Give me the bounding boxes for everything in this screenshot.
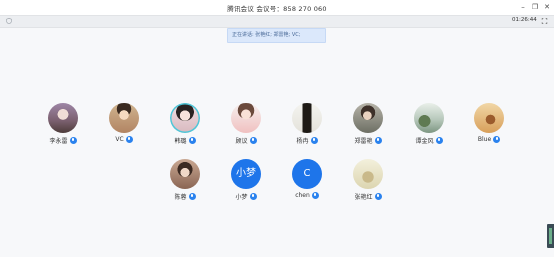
shield-icon[interactable] <box>6 18 12 24</box>
participant-name: 张艳红 <box>354 194 373 201</box>
participant-name: chen <box>295 192 310 199</box>
title-bar: 腾讯会议 会议号：858 270 060 – ❐ ✕ <box>0 0 554 15</box>
microphone-icon <box>69 137 77 144</box>
participant-name: Blue <box>477 136 492 143</box>
avatar: C <box>292 159 322 189</box>
restore-icon[interactable]: ❐ <box>530 2 540 12</box>
avatar <box>231 103 261 133</box>
microphone-icon <box>125 136 133 143</box>
participant-name: VC <box>115 136 124 143</box>
side-panel-handle[interactable] <box>547 224 554 248</box>
microphone-icon <box>374 193 382 200</box>
microphone-icon <box>249 193 257 200</box>
microphone-icon <box>311 192 319 199</box>
avatar <box>48 103 78 133</box>
microphone-icon <box>374 137 382 144</box>
avatar <box>170 159 200 189</box>
participant-name: 小梦 <box>235 194 248 201</box>
participant-name: 杨冉 <box>296 138 309 145</box>
avatar: 小梦 <box>231 159 261 189</box>
meeting-toolbar: 01:26:44 <box>0 15 554 28</box>
microphone-icon <box>188 193 196 200</box>
microphone-icon <box>493 136 501 143</box>
close-icon[interactable]: ✕ <box>542 2 552 12</box>
microphone-icon <box>310 137 318 144</box>
speaking-indicator: 正在讲话: 张艳红; 郑雷艳; VC; <box>227 28 326 43</box>
microphone-icon <box>435 137 443 144</box>
avatar <box>474 103 504 133</box>
participant-name: 韩璐 <box>174 138 187 145</box>
participant-name: 顾议 <box>235 138 248 145</box>
microphone-icon <box>249 137 257 144</box>
fullscreen-icon[interactable] <box>541 18 548 24</box>
avatar <box>353 159 383 189</box>
participant-name: 郑雷艳 <box>354 138 373 145</box>
participant-name: 陈蓉 <box>174 194 187 201</box>
window-title: 腾讯会议 会议号：858 270 060 <box>227 5 327 13</box>
avatar <box>292 103 322 133</box>
avatar <box>414 103 444 133</box>
participant-name: 谭金风 <box>415 138 434 145</box>
avatar <box>109 103 139 133</box>
avatar <box>353 103 383 133</box>
microphone-icon <box>188 137 196 144</box>
minimize-icon[interactable]: – <box>518 2 528 12</box>
meeting-timer: 01:26:44 <box>512 17 537 23</box>
participant-name: 李永雷 <box>49 138 68 145</box>
avatar <box>170 103 200 133</box>
